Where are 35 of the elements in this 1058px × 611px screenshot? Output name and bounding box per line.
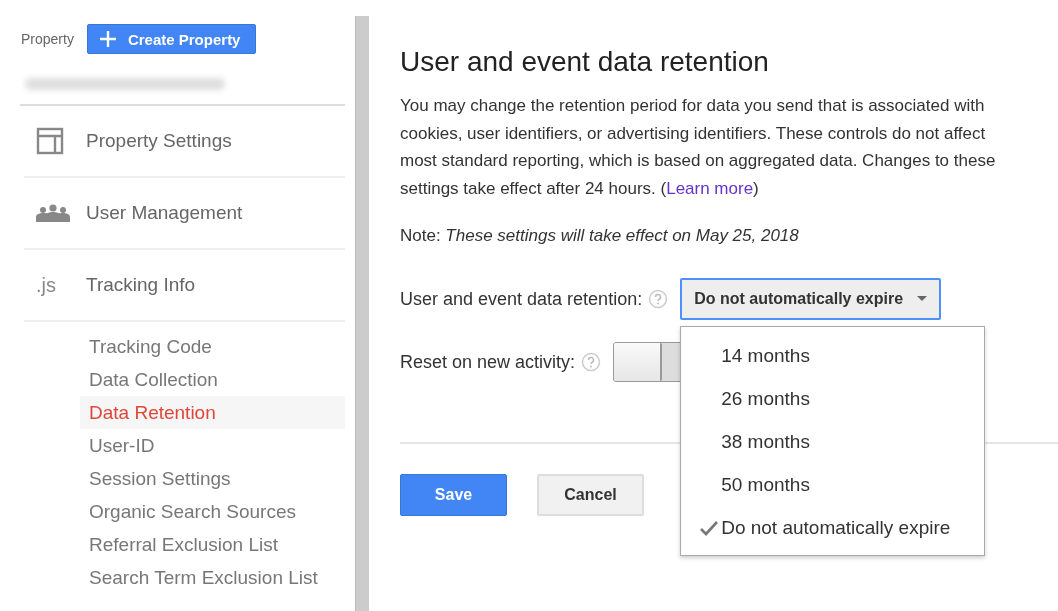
sidebar-subitem[interactable]: Session Settings	[80, 462, 345, 495]
sidebar-item[interactable]: Property Settings	[86, 130, 232, 152]
help-icon[interactable]	[648, 289, 669, 309]
property-label: Property	[21, 31, 74, 47]
scrollbar[interactable]	[355, 16, 369, 611]
sidebar-subitem[interactable]: User-ID	[80, 429, 345, 462]
caret-icon	[917, 296, 928, 302]
sidebar-subitem[interactable]: Referral Exclusion List	[80, 528, 345, 561]
sidebar-item[interactable]: User Management	[86, 202, 243, 224]
dropdown-option[interactable]: 50 months	[681, 463, 985, 506]
note-text: Note: These settings will take effect on May 25, 2018	[400, 226, 800, 246]
learn-more-link[interactable]: Learn more	[666, 178, 754, 198]
js-icon: .js	[36, 273, 56, 297]
sidebar-subitem[interactable]: Data Collection	[80, 363, 345, 396]
help-icon[interactable]	[581, 352, 602, 372]
plus-icon	[97, 29, 118, 49]
sidebar-item[interactable]: Tracking Info	[86, 274, 196, 296]
sidebar-subitem[interactable]: Search Term Exclusion List	[80, 561, 345, 594]
layout-icon	[36, 127, 64, 155]
description-text: You may change the retention period for data you send that is associated with cookies, user identifiers, or advertising identifiers. These controls do not affect most standard reporting, which is based on aggregated data. Changes to these settings take effect after 24 hours. (Learn more)	[400, 95, 997, 200]
page-title: User and event data retention	[400, 46, 770, 78]
sidebar-subitem[interactable]: Tracking Code	[80, 330, 345, 363]
dropdown-option[interactable]: 26 months	[681, 377, 985, 420]
cancel-button[interactable]: Cancel	[537, 474, 644, 516]
sidebar-subitem[interactable]: Organic Search Sources	[80, 495, 345, 528]
dropdown-option[interactable]: 14 months	[681, 334, 985, 377]
reset-label: Reset on new activity:	[400, 351, 576, 373]
dropdown-option[interactable]: Do not automatically expire	[681, 506, 985, 549]
retention-dropdown[interactable]: Do not automatically expire	[680, 278, 942, 320]
dropdown-option[interactable]: 38 months	[681, 420, 985, 463]
retention-label: User and event data retention:	[400, 288, 643, 310]
people-icon	[36, 203, 70, 223]
create-property-button[interactable]: Create Property	[86, 24, 257, 54]
sidebar-subitem[interactable]: Data Retention	[80, 396, 345, 429]
save-button[interactable]: Save	[400, 474, 507, 516]
